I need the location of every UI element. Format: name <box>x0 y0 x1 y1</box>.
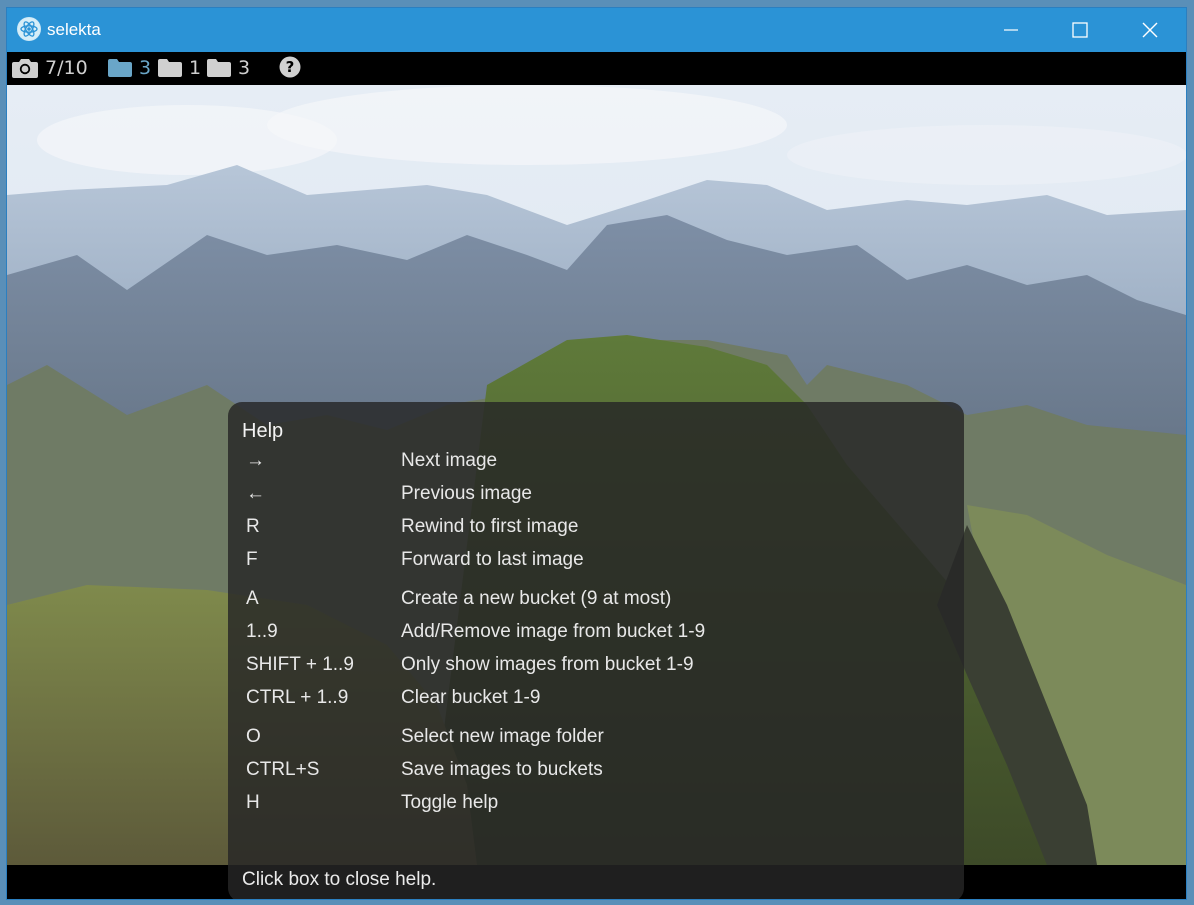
help-key: O <box>246 726 261 747</box>
help-icon: ? <box>279 56 301 78</box>
help-desc: Rewind to first image <box>401 516 579 537</box>
title-bar[interactable]: selekta <box>7 8 1186 52</box>
help-desc: Select new image folder <box>401 726 604 747</box>
help-key: CTRL+S <box>246 759 320 780</box>
maximize-button[interactable] <box>1045 8 1115 52</box>
help-row: F Forward to last image <box>228 549 964 577</box>
help-desc: Next image <box>401 450 498 471</box>
close-button[interactable] <box>1115 8 1185 52</box>
svg-text:?: ? <box>286 58 295 76</box>
help-key: SHIFT + 1..9 <box>246 654 354 675</box>
help-overlay[interactable]: Help → Next image ← Previous image R Rew… <box>228 402 964 899</box>
bucket-2[interactable]: 1 <box>157 56 201 80</box>
help-button[interactable]: ? <box>279 56 301 78</box>
bucket-3[interactable]: 3 <box>206 56 250 80</box>
camera-icon <box>12 59 38 78</box>
maximize-icon <box>1072 22 1088 38</box>
help-key: ← <box>246 483 265 504</box>
help-key: H <box>246 792 260 813</box>
bucket-count: 3 <box>238 57 251 79</box>
help-row: → Next image <box>228 450 964 478</box>
help-desc: Toggle help <box>401 792 499 813</box>
help-row: O Select new image folder <box>228 726 964 754</box>
help-row: A Create a new bucket (9 at most) <box>228 588 964 616</box>
help-desc: Only show images from bucket 1-9 <box>401 654 694 675</box>
folder-icon <box>207 59 231 77</box>
help-key: F <box>246 549 258 570</box>
help-key: A <box>246 588 259 609</box>
help-key: → <box>246 450 265 471</box>
help-row: 1..9 Add/Remove image from bucket 1-9 <box>228 621 964 649</box>
image-counter: 7/10 <box>11 56 88 80</box>
help-key: R <box>246 516 260 537</box>
help-key: CTRL + 1..9 <box>246 687 349 708</box>
app-logo-icon <box>17 17 41 41</box>
window-title: selekta <box>47 20 101 39</box>
image-counter-text: 7/10 <box>45 57 88 79</box>
help-close-hint[interactable]: Click box to close help. <box>242 869 436 891</box>
help-title: Help <box>242 420 284 442</box>
help-row: R Rewind to first image <box>228 516 964 544</box>
app-window: selekta 7/10 3 1 3 ? Help → Next image ←… <box>7 8 1186 899</box>
close-icon <box>1142 22 1158 38</box>
help-desc: Clear bucket 1-9 <box>401 687 541 708</box>
help-row: CTRL + 1..9 Clear bucket 1-9 <box>228 687 964 715</box>
help-row: CTRL+S Save images to buckets <box>228 759 964 787</box>
help-row: ← Previous image <box>228 483 964 511</box>
bucket-count: 1 <box>189 57 202 79</box>
help-desc: Create a new bucket (9 at most) <box>401 588 672 609</box>
folder-icon <box>108 59 132 77</box>
bucket-count: 3 <box>139 57 152 79</box>
help-desc: Add/Remove image from bucket 1-9 <box>401 621 706 642</box>
help-row: H Toggle help <box>228 792 964 820</box>
help-key: 1..9 <box>246 621 278 642</box>
help-desc: Forward to last image <box>401 549 584 570</box>
help-desc: Previous image <box>401 483 532 504</box>
toolbar: 7/10 3 1 3 ? <box>7 52 1186 85</box>
bucket-1[interactable]: 3 <box>107 56 151 80</box>
help-row: SHIFT + 1..9 Only show images from bucke… <box>228 654 964 682</box>
help-desc: Save images to buckets <box>401 759 603 780</box>
folder-icon <box>158 59 182 77</box>
minimize-icon <box>1004 29 1018 31</box>
minimize-button[interactable] <box>976 8 1046 52</box>
